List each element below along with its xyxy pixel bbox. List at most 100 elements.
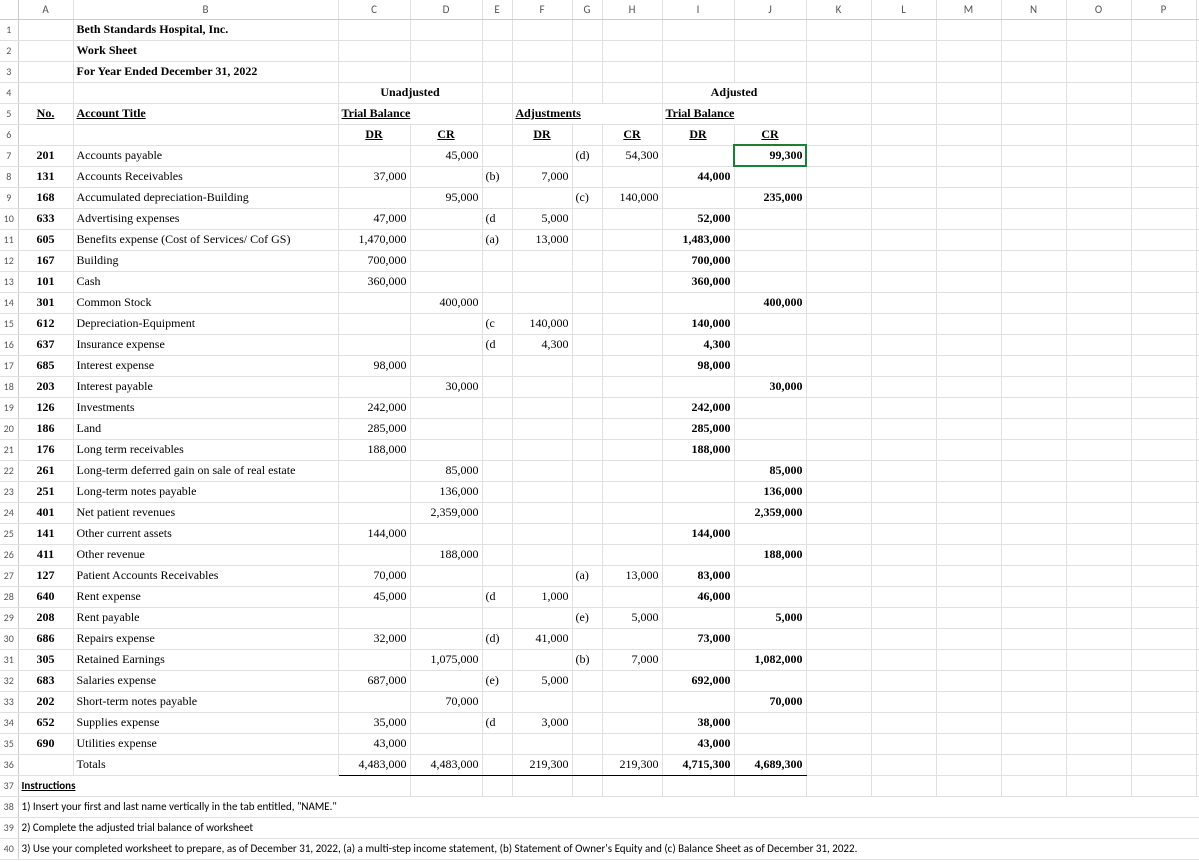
adj-ref-dr[interactable]: (d) xyxy=(482,628,512,649)
adj-cr[interactable] xyxy=(602,523,662,544)
adj-ref-dr[interactable]: (a) xyxy=(482,229,512,250)
table-row[interactable]: 19126Investments242,000242,000 xyxy=(0,397,1199,418)
unadj-dr[interactable] xyxy=(338,187,410,208)
adj-cr[interactable] xyxy=(602,502,662,523)
unadj-cr[interactable] xyxy=(410,355,482,376)
unadj-dr[interactable]: 70,000 xyxy=(338,565,410,586)
unadj-cr[interactable]: 400,000 xyxy=(410,292,482,313)
adj-dr[interactable] xyxy=(512,544,572,565)
adj-cr[interactable] xyxy=(602,418,662,439)
unadj-dr[interactable]: 360,000 xyxy=(338,271,410,292)
adj-ref-dr[interactable] xyxy=(482,187,512,208)
unadj-cr[interactable]: 70,000 xyxy=(410,691,482,712)
unadj-dr[interactable]: 98,000 xyxy=(338,355,410,376)
adjtb-dr[interactable]: 1,483,000 xyxy=(662,229,734,250)
adj-dr[interactable] xyxy=(512,145,572,166)
adjtb-dr[interactable]: 43,000 xyxy=(662,733,734,754)
adjtb-cr[interactable] xyxy=(734,418,806,439)
adj-ref-dr[interactable] xyxy=(482,250,512,271)
adjtb-cr[interactable]: 136,000 xyxy=(734,481,806,502)
adjtb-dr[interactable]: 73,000 xyxy=(662,628,734,649)
adjtb-dr[interactable] xyxy=(662,376,734,397)
unadj-dr[interactable]: 188,000 xyxy=(338,439,410,460)
adj-ref-dr[interactable] xyxy=(482,544,512,565)
unadj-cr[interactable]: 1,075,000 xyxy=(410,649,482,670)
adj-ref-dr[interactable]: (b) xyxy=(482,166,512,187)
adj-ref-cr[interactable] xyxy=(572,502,602,523)
adjtb-cr[interactable]: 85,000 xyxy=(734,460,806,481)
spreadsheet[interactable]: ABCDEFGHIJKLMNOPQ 1Beth Standards Hospit… xyxy=(0,0,1199,860)
adj-ref-dr[interactable] xyxy=(482,355,512,376)
adj-cr[interactable]: 7,000 xyxy=(602,649,662,670)
adj-ref-cr[interactable] xyxy=(572,313,602,334)
table-row[interactable]: 21176Long term receivables188,000188,000 xyxy=(0,439,1199,460)
adj-dr[interactable]: 5,000 xyxy=(512,670,572,691)
adj-ref-cr[interactable] xyxy=(572,334,602,355)
adj-cr[interactable] xyxy=(602,355,662,376)
table-row[interactable]: 8131Accounts Receivables37,000(b)7,00044… xyxy=(0,166,1199,187)
adj-ref-cr[interactable] xyxy=(572,670,602,691)
adjtb-dr[interactable] xyxy=(662,691,734,712)
adj-ref-dr[interactable] xyxy=(482,376,512,397)
unadj-cr[interactable]: 30,000 xyxy=(410,376,482,397)
unadj-dr[interactable]: 37,000 xyxy=(338,166,410,187)
table-row[interactable]: 22261Long-term deferred gain on sale of … xyxy=(0,460,1199,481)
adj-ref-cr[interactable] xyxy=(572,523,602,544)
adj-cr[interactable] xyxy=(602,376,662,397)
adjtb-cr[interactable]: 188,000 xyxy=(734,544,806,565)
table-row[interactable]: 29208Rent payable(e)5,0005,000 xyxy=(0,607,1199,628)
unadj-cr[interactable] xyxy=(410,208,482,229)
adj-cr[interactable] xyxy=(602,397,662,418)
unadj-cr[interactable] xyxy=(410,565,482,586)
adj-cr[interactable] xyxy=(602,208,662,229)
adjtb-dr[interactable] xyxy=(662,502,734,523)
adj-dr[interactable] xyxy=(512,250,572,271)
adj-ref-cr[interactable] xyxy=(572,544,602,565)
adj-dr[interactable]: 41,000 xyxy=(512,628,572,649)
adj-ref-dr[interactable] xyxy=(482,649,512,670)
unadj-dr[interactable]: 35,000 xyxy=(338,712,410,733)
adj-ref-dr[interactable]: (e) xyxy=(482,670,512,691)
adjtb-dr[interactable]: 360,000 xyxy=(662,271,734,292)
adj-ref-dr[interactable] xyxy=(482,418,512,439)
adjtb-cr[interactable] xyxy=(734,229,806,250)
table-row[interactable]: 9168Accumulated depreciation-Building95,… xyxy=(0,187,1199,208)
unadj-dr[interactable]: 45,000 xyxy=(338,586,410,607)
adj-ref-dr[interactable]: (d xyxy=(482,712,512,733)
adj-ref-cr[interactable] xyxy=(572,376,602,397)
adj-dr[interactable]: 5,000 xyxy=(512,208,572,229)
adjtb-dr[interactable]: 4,300 xyxy=(662,334,734,355)
unadj-cr[interactable] xyxy=(410,523,482,544)
unadj-dr[interactable]: 1,470,000 xyxy=(338,229,410,250)
unadj-cr[interactable] xyxy=(410,628,482,649)
unadj-cr[interactable] xyxy=(410,418,482,439)
unadj-cr[interactable] xyxy=(410,439,482,460)
unadj-dr[interactable] xyxy=(338,502,410,523)
adj-dr[interactable] xyxy=(512,439,572,460)
table-row[interactable]: 15612Depreciation-Equipment(c140,000140,… xyxy=(0,313,1199,334)
adj-dr[interactable] xyxy=(512,187,572,208)
table-row[interactable]: 35690Utilities expense43,00043,000 xyxy=(0,733,1199,754)
table-row[interactable]: 14301Common Stock400,000400,000 xyxy=(0,292,1199,313)
adj-ref-dr[interactable] xyxy=(482,460,512,481)
adj-cr[interactable] xyxy=(602,292,662,313)
unadj-cr[interactable] xyxy=(410,334,482,355)
table-row[interactable]: 33202Short-term notes payable70,00070,00… xyxy=(0,691,1199,712)
table-row[interactable]: 13101Cash360,000360,000 xyxy=(0,271,1199,292)
table-row[interactable]: 12167Building700,000700,000 xyxy=(0,250,1199,271)
unadj-dr[interactable] xyxy=(338,649,410,670)
adj-dr[interactable]: 1,000 xyxy=(512,586,572,607)
table-row[interactable]: 18203Interest payable30,00030,000 xyxy=(0,376,1199,397)
unadj-cr[interactable]: 2,359,000 xyxy=(410,502,482,523)
adj-cr[interactable] xyxy=(602,229,662,250)
unadj-cr[interactable] xyxy=(410,250,482,271)
table-row[interactable]: 23251Long-term notes payable136,000136,0… xyxy=(0,481,1199,502)
adjtb-dr[interactable]: 692,000 xyxy=(662,670,734,691)
adjtb-dr[interactable]: 46,000 xyxy=(662,586,734,607)
adj-ref-dr[interactable]: (d xyxy=(482,208,512,229)
adjtb-dr[interactable] xyxy=(662,607,734,628)
adjtb-cr[interactable] xyxy=(734,208,806,229)
adj-dr[interactable] xyxy=(512,355,572,376)
adj-cr[interactable] xyxy=(602,439,662,460)
adj-cr[interactable]: 54,300 xyxy=(602,145,662,166)
